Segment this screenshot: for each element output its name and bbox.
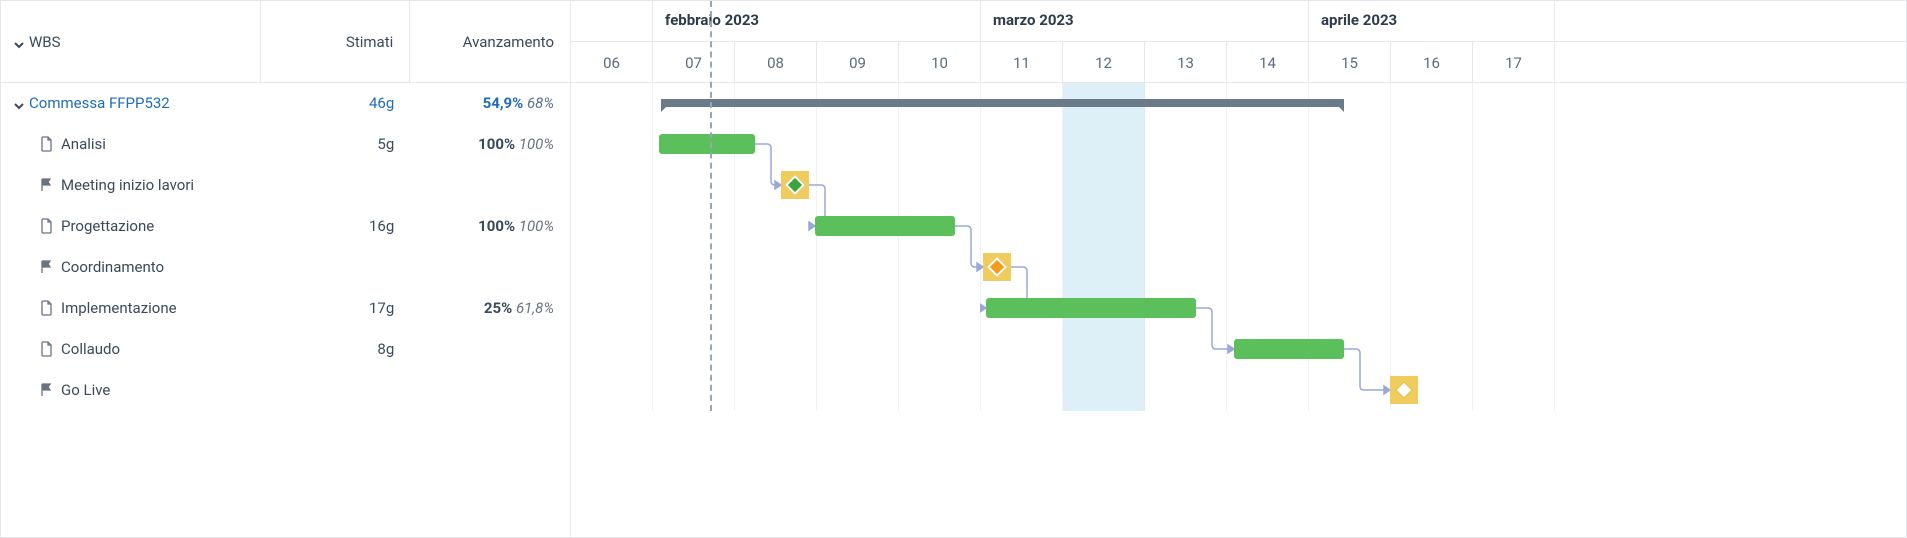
wbs-header: WBS Stimati Avanzamento [1, 1, 570, 83]
timeline-header: febbraio 2023marzo 2023aprile 2023 06070… [571, 1, 1906, 83]
gantt-chart: WBS Stimati Avanzamento Commessa FFPP532… [0, 0, 1907, 538]
timeline-row [571, 247, 1906, 288]
avanz-header-label: Avanzamento [463, 33, 554, 51]
row-progress: 54,9% 68% [410, 94, 570, 112]
summary-bar[interactable] [661, 99, 1344, 107]
month-header: aprile 2023 [1309, 1, 1555, 41]
task-bar[interactable] [986, 298, 1196, 318]
timeline-months: febbraio 2023marzo 2023aprile 2023 [571, 1, 1906, 42]
week-header: 06 [571, 42, 653, 83]
timeline-weeks: 060708091011121314151617 [571, 42, 1906, 83]
flag-icon [39, 177, 55, 193]
row-name: Analisi [61, 135, 106, 153]
col-header-stimati[interactable]: Stimati [261, 1, 411, 82]
timeline-panel: febbraio 2023marzo 2023aprile 2023 06070… [571, 1, 1906, 537]
month-header: febbraio 2023 [653, 1, 981, 41]
wbs-task-row[interactable]: Collaudo 8g [1, 329, 570, 370]
timeline-row [571, 288, 1906, 329]
wbs-task-row[interactable]: Implementazione 17g25% 61,8% [1, 288, 570, 329]
week-header: 09 [817, 42, 899, 83]
document-icon [39, 136, 55, 152]
timeline-row [571, 370, 1906, 411]
timeline-row [571, 83, 1906, 124]
row-name: Coordinamento [61, 258, 164, 276]
task-bar[interactable] [815, 216, 955, 236]
row-name: Implementazione [61, 299, 177, 317]
week-header: 14 [1227, 42, 1309, 83]
week-header: 13 [1145, 42, 1227, 83]
week-header: 16 [1391, 42, 1473, 83]
milestone-white[interactable] [1390, 376, 1418, 404]
wbs-task-row[interactable]: Meeting inizio lavori [1, 165, 570, 206]
flag-icon [39, 382, 55, 398]
row-progress: 100% 100% [410, 135, 570, 153]
month-header: marzo 2023 [981, 1, 1309, 41]
today-line [710, 1, 712, 411]
flag-icon [39, 259, 55, 275]
row-stimati: 8g [261, 340, 411, 358]
wbs-task-row[interactable]: Progettazione 16g100% 100% [1, 206, 570, 247]
milestone-green[interactable] [781, 171, 809, 199]
wbs-task-row[interactable]: Analisi 5g100% 100% [1, 124, 570, 165]
timeline-row [571, 329, 1906, 370]
week-header: 10 [899, 42, 981, 83]
timeline-row [571, 124, 1906, 165]
row-name: Progettazione [61, 217, 154, 235]
week-header: 12 [1063, 42, 1145, 83]
timeline-body[interactable] [571, 83, 1906, 411]
chevron-down-icon[interactable] [13, 37, 23, 47]
row-stimati: 46g [261, 94, 411, 112]
row-stimati: 5g [261, 135, 411, 153]
chevron-down-icon[interactable] [13, 98, 23, 108]
row-progress: 25% 61,8% [410, 299, 570, 317]
row-name: Collaudo [61, 340, 120, 358]
task-bar[interactable] [1234, 339, 1344, 359]
month-spacer [571, 1, 653, 41]
stimati-header-label: Stimati [346, 33, 393, 51]
row-stimati: 16g [261, 217, 411, 235]
wbs-panel: WBS Stimati Avanzamento Commessa FFPP532… [1, 1, 571, 537]
timeline-row [571, 165, 1906, 206]
document-icon [39, 300, 55, 316]
col-header-avanzamento[interactable]: Avanzamento [410, 1, 570, 82]
document-icon [39, 218, 55, 234]
wbs-header-label: WBS [29, 33, 61, 51]
row-name: Go Live [61, 381, 110, 399]
wbs-parent-row[interactable]: Commessa FFPP532 46g54,9% 68% [1, 83, 570, 124]
week-header: 17 [1473, 42, 1555, 83]
col-header-wbs[interactable]: WBS [1, 1, 261, 82]
row-stimati: 17g [261, 299, 411, 317]
row-progress: 100% 100% [410, 217, 570, 235]
week-header: 08 [735, 42, 817, 83]
wbs-task-row[interactable]: Coordinamento [1, 247, 570, 288]
week-header: 15 [1309, 42, 1391, 83]
week-header: 07 [653, 42, 735, 83]
milestone-orange[interactable] [983, 253, 1011, 281]
row-name: Commessa FFPP532 [29, 94, 170, 112]
row-name: Meeting inizio lavori [61, 176, 194, 194]
week-header: 11 [981, 42, 1063, 83]
task-bar[interactable] [659, 134, 755, 154]
wbs-rows: Commessa FFPP53246g54,9% 68%Analisi5g100… [1, 83, 570, 411]
wbs-task-row[interactable]: Go Live [1, 370, 570, 411]
timeline-row [571, 206, 1906, 247]
document-icon [39, 341, 55, 357]
